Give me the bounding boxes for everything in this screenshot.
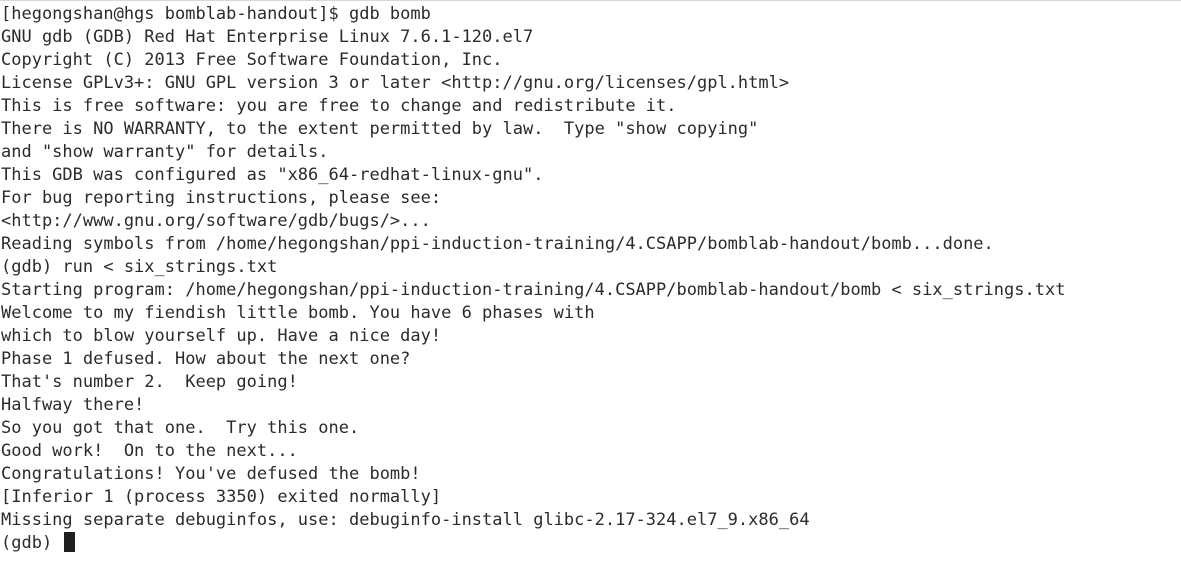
terminal-line: That's number 2. Keep going! — [1, 372, 298, 392]
text-cursor[interactable] — [64, 532, 76, 552]
terminal-line: There is NO WARRANTY, to the extent perm… — [1, 119, 759, 139]
terminal-line: <http://www.gnu.org/software/gdb/bugs/>.… — [1, 211, 431, 231]
terminal-line: Starting program: /home/hegongshan/ppi-i… — [1, 280, 1066, 300]
terminal-line: Congratulations! You've defused the bomb… — [1, 464, 421, 484]
terminal-line: Halfway there! — [1, 395, 145, 415]
terminal-line: Missing separate debuginfos, use: debugi… — [1, 510, 810, 530]
terminal-line: GNU gdb (GDB) Red Hat Enterprise Linux 7… — [1, 27, 534, 47]
terminal-line: This GDB was configured as "x86_64-redha… — [1, 165, 544, 185]
terminal-line: [Inferior 1 (process 3350) exited normal… — [1, 487, 442, 507]
terminal-prompt-line[interactable]: (gdb) — [1, 532, 1181, 555]
terminal-line: Phase 1 defused. How about the next one? — [1, 349, 411, 369]
terminal-line: Good work! On to the next... — [1, 441, 298, 461]
terminal-line: This is free software: you are free to c… — [1, 96, 677, 116]
terminal-line: Reading symbols from /home/hegongshan/pp… — [1, 234, 994, 254]
terminal-line: [hegongshan@hgs bomblab-handout]$ gdb bo… — [1, 4, 431, 24]
terminal-line: For bug reporting instructions, please s… — [1, 188, 442, 208]
terminal-line: and "show warranty" for details. — [1, 142, 329, 162]
terminal-line: (gdb) run < six_strings.txt — [1, 257, 278, 277]
terminal-line: which to blow yourself up. Have a nice d… — [1, 326, 442, 346]
terminal-line: Copyright (C) 2013 Free Software Foundat… — [1, 50, 503, 70]
terminal-line: So you got that one. Try this one. — [1, 418, 360, 438]
terminal-line: Welcome to my fiendish little bomb. You … — [1, 303, 595, 323]
terminal-line: License GPLv3+: GNU GPL version 3 or lat… — [1, 73, 790, 93]
gdb-prompt: (gdb) — [1, 533, 63, 553]
terminal-window[interactable]: [hegongshan@hgs bomblab-handout]$ gdb bo… — [0, 0, 1181, 579]
